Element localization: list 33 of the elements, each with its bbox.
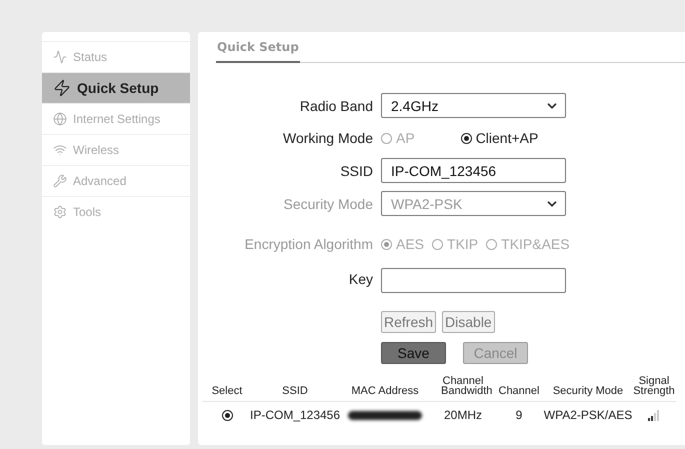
globe-icon [53,112,67,126]
column-header: Select [202,376,252,402]
table-cell-text: IP-COM_123456 [252,407,338,424]
input-field[interactable] [381,268,566,293]
page-tab[interactable]: Quick Setup [216,38,300,63]
action-button[interactable]: Save [381,342,446,364]
column-header: Signal Strength [632,376,676,402]
lightning-icon [53,79,71,97]
pulse-icon [53,50,67,64]
table-cell-text: 20MHz [442,407,483,424]
column-header: MAC Address [338,376,432,402]
field-label: SSID [339,162,373,178]
wrench-icon [53,174,67,188]
column-header: Channel Bandwidth [432,376,494,402]
radio-button[interactable] [222,410,232,420]
gear-icon [53,205,67,219]
action-button[interactable]: Disable [442,311,495,333]
table-cell-text: WPA2-PSK/AES [544,407,632,424]
field-label: Encryption Algorithm [244,236,373,252]
input-field[interactable]: IP-COM_123456 [381,158,566,183]
field-label: Key [348,270,373,286]
radio-option[interactable]: Client+AP [460,130,538,146]
select-field[interactable]: 2.4GHz [381,93,566,118]
column-header: Channel [494,376,544,402]
action-button[interactable]: Refresh [381,311,436,333]
column-header: Security Mode [544,376,632,402]
table-cell-text: 9 [514,407,524,424]
sidebar-item[interactable]: Quick Setup [42,72,190,103]
field-label: Working Mode [282,130,373,146]
field-label: Radio Band [298,98,373,114]
signal-icon [648,410,660,420]
field-label: Security Mode [282,196,373,212]
column-header: SSID [252,376,338,402]
